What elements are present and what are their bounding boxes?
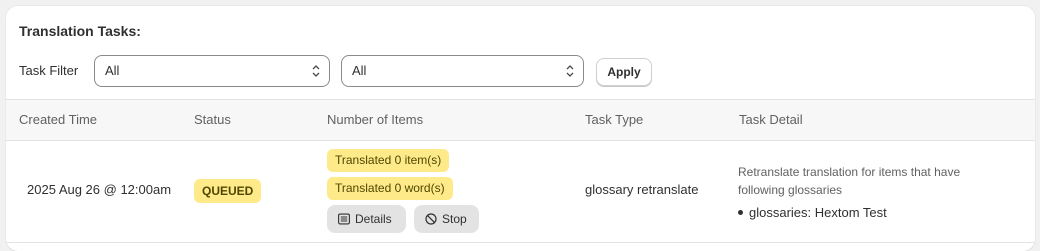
list-icon [338, 213, 350, 225]
words-translated-badge: Translated 0 word(s) [327, 177, 453, 200]
stop-button[interactable]: Stop [414, 205, 479, 233]
chevron-up-down-icon [312, 65, 320, 77]
details-button[interactable]: Details [327, 205, 406, 233]
task-detail-description: Retranslate translation for items that h… [738, 165, 961, 197]
stop-button-label: Stop [442, 212, 467, 226]
task-filter-select-1[interactable]: All [94, 55, 330, 87]
page-title: Translation Tasks: [19, 23, 141, 39]
task-detail-list: glossaries: Hextom Test [738, 205, 887, 220]
created-time: 2025 Aug 26 @ 12:00am [27, 182, 172, 197]
column-status: Status [194, 112, 231, 127]
details-button-label: Details [355, 212, 392, 226]
column-number-of-items: Number of Items [327, 112, 424, 127]
column-task-type: Task Type [585, 112, 644, 127]
task-filter-select-2-value: All [352, 63, 367, 78]
task-filter-select-2[interactable]: All [341, 55, 584, 87]
apply-button[interactable]: Apply [596, 58, 652, 86]
task-type: glossary retranslate [585, 182, 699, 197]
stop-circle-icon [425, 213, 437, 225]
table-header: Created Time Status Number of Items Task… [6, 99, 1035, 141]
bullet-icon [738, 210, 743, 216]
status-badge: QUEUED [194, 179, 262, 203]
column-task-detail: Task Detail [739, 112, 803, 127]
task-filter-label: Task Filter [19, 63, 79, 78]
task-detail-item: glossaries: Hextom Test [749, 205, 887, 220]
translation-tasks-card: Translation Tasks: Task Filter All All A… [6, 6, 1035, 251]
table-row: 2025 Aug 26 @ 12:00am QUEUED Translated … [6, 141, 1035, 243]
list-item: glossaries: Hextom Test [738, 205, 887, 220]
chevron-up-down-icon [566, 65, 574, 77]
items-translated-badge: Translated 0 item(s) [327, 149, 450, 172]
task-filter-select-1-value: All [105, 63, 120, 78]
column-created-time: Created Time [19, 112, 98, 127]
